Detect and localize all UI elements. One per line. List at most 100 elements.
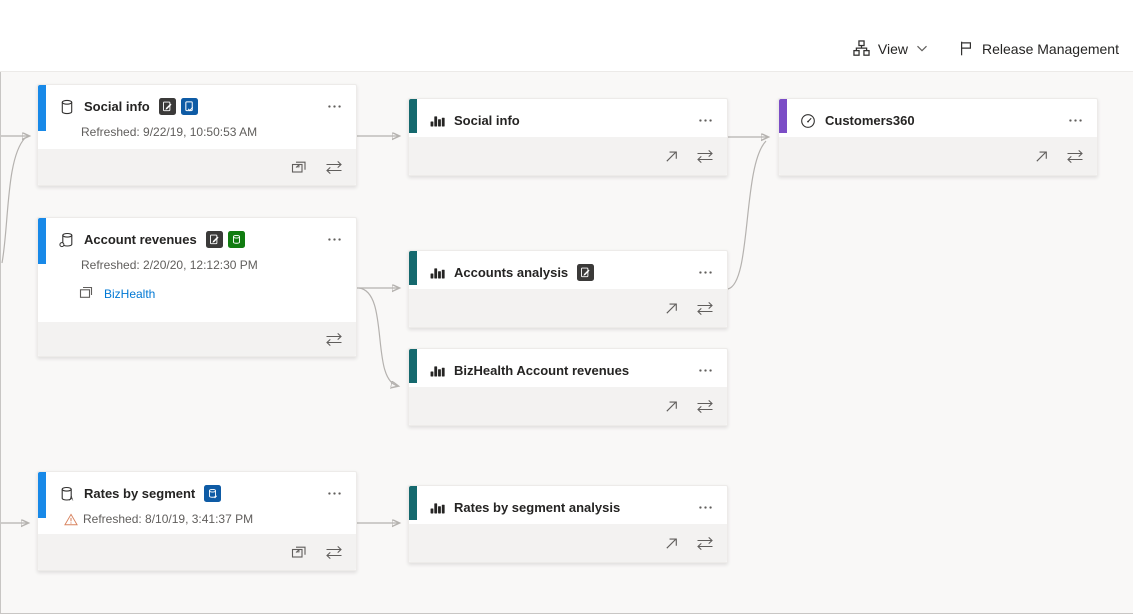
report-card-bizhealth-account-revenues[interactable]: BizHealth Account revenues — [408, 348, 728, 426]
show-lineage-button[interactable] — [696, 149, 714, 164]
dashboard-accent-bar — [779, 99, 787, 133]
bar-chart-icon — [430, 363, 445, 378]
windows-related-icon — [290, 544, 308, 560]
dataset-accent-bar — [38, 472, 46, 518]
swap-arrows-icon — [325, 332, 343, 347]
lineage-network-icon — [853, 40, 870, 57]
database-icon — [59, 99, 75, 115]
open-item-button[interactable] — [664, 149, 679, 164]
app-link[interactable]: BizHealth — [104, 287, 155, 301]
more-options-button[interactable] — [325, 97, 344, 116]
dashboard-card-customers360[interactable]: Customers360 — [778, 98, 1098, 176]
diagonal-arrow-icon — [664, 536, 679, 551]
refresh-status: Refreshed: 9/22/19, 10:50:53 AM — [38, 116, 356, 139]
gauge-icon — [800, 113, 816, 129]
open-item-button[interactable] — [664, 399, 679, 414]
windows-related-icon — [290, 159, 308, 175]
more-options-button[interactable] — [1066, 111, 1085, 130]
card-footer — [38, 322, 356, 356]
refresh-status: Refreshed: 8/10/19, 3:41:37 PM — [38, 503, 356, 526]
show-lineage-button[interactable] — [325, 545, 343, 560]
more-options-button[interactable] — [696, 263, 715, 282]
more-options-button[interactable] — [696, 111, 715, 130]
diagonal-arrow-icon — [664, 149, 679, 164]
flag-icon — [958, 40, 974, 57]
view-dropdown-button[interactable]: View — [853, 40, 928, 57]
database-link-icon — [59, 232, 75, 248]
show-lineage-button[interactable] — [696, 399, 714, 414]
dataset-accent-bar — [38, 85, 46, 131]
swap-arrows-icon — [696, 149, 714, 164]
toolbar: View Release Management — [0, 0, 1133, 72]
card-footer — [38, 149, 356, 185]
card-footer — [779, 137, 1097, 175]
show-lineage-button[interactable] — [325, 160, 343, 175]
database-green-badge — [228, 231, 245, 248]
swap-arrows-icon — [325, 545, 343, 560]
diagonal-arrow-icon — [664, 301, 679, 316]
show-lineage-button[interactable] — [696, 301, 714, 316]
lineage-view-page: View Release Management — [0, 0, 1133, 614]
dataset-card-social-info[interactable]: Social info — [37, 84, 357, 186]
view-label: View — [878, 41, 908, 57]
svg-text:A: A — [69, 496, 73, 501]
dataset-accent-bar — [38, 218, 46, 264]
card-footer — [409, 387, 727, 425]
more-options-button[interactable] — [325, 484, 344, 503]
card-footer — [409, 289, 727, 327]
certified-badge — [181, 98, 198, 115]
card-footer — [409, 137, 727, 175]
open-item-button[interactable] — [664, 536, 679, 551]
card-title: Social info — [84, 99, 150, 114]
report-card-accounts-analysis[interactable]: Accounts analysis — [408, 250, 728, 328]
database-blue-badge — [204, 485, 221, 502]
swap-arrows-icon — [325, 160, 343, 175]
report-card-social-info[interactable]: Social info — [408, 98, 728, 176]
show-related-button[interactable] — [290, 544, 308, 560]
bar-chart-icon — [430, 113, 445, 128]
more-options-button[interactable] — [696, 361, 715, 380]
app-link-row: BizHealth — [38, 272, 356, 303]
show-lineage-button[interactable] — [696, 536, 714, 551]
diagonal-arrow-icon — [1034, 149, 1049, 164]
more-options-button[interactable] — [325, 230, 344, 249]
promoted-badge — [577, 264, 594, 281]
bar-chart-icon — [430, 265, 445, 280]
diagonal-arrow-icon — [664, 399, 679, 414]
card-title: Rates by segment analysis — [454, 500, 620, 515]
show-lineage-button[interactable] — [325, 332, 343, 347]
card-title: Social info — [454, 113, 520, 128]
show-related-button[interactable] — [290, 159, 308, 175]
more-options-button[interactable] — [696, 498, 715, 517]
open-item-button[interactable] — [1034, 149, 1049, 164]
swap-arrows-icon — [696, 301, 714, 316]
warning-triangle-icon — [64, 513, 78, 526]
report-accent-bar — [409, 251, 417, 285]
database-push-icon: A — [59, 486, 75, 502]
promoted-badge — [159, 98, 176, 115]
card-title: Rates by segment — [84, 486, 195, 501]
report-accent-bar — [409, 349, 417, 383]
card-title: Account revenues — [84, 232, 197, 247]
release-management-label: Release Management — [982, 41, 1119, 57]
report-accent-bar — [409, 486, 417, 520]
dataset-card-rates-by-segment[interactable]: A Rates by segment — [37, 471, 357, 571]
stacked-windows-icon — [78, 285, 94, 303]
promoted-badge — [206, 231, 223, 248]
report-card-rates-by-segment-analysis[interactable]: Rates by segment analysis — [408, 485, 728, 563]
chevron-down-icon — [916, 44, 928, 53]
card-title: BizHealth Account revenues — [454, 363, 629, 378]
card-footer — [38, 534, 356, 570]
refresh-status: Refreshed: 2/20/20, 12:12:30 PM — [38, 249, 356, 272]
card-title: Customers360 — [825, 113, 915, 128]
report-accent-bar — [409, 99, 417, 133]
open-item-button[interactable] — [664, 301, 679, 316]
swap-arrows-icon — [696, 536, 714, 551]
swap-arrows-icon — [696, 399, 714, 414]
release-management-button[interactable]: Release Management — [958, 40, 1119, 57]
card-title: Accounts analysis — [454, 265, 568, 280]
bar-chart-icon — [430, 500, 445, 515]
swap-arrows-icon — [1066, 149, 1084, 164]
dataset-card-account-revenues[interactable]: Account revenues — [37, 217, 357, 357]
show-lineage-button[interactable] — [1066, 149, 1084, 164]
